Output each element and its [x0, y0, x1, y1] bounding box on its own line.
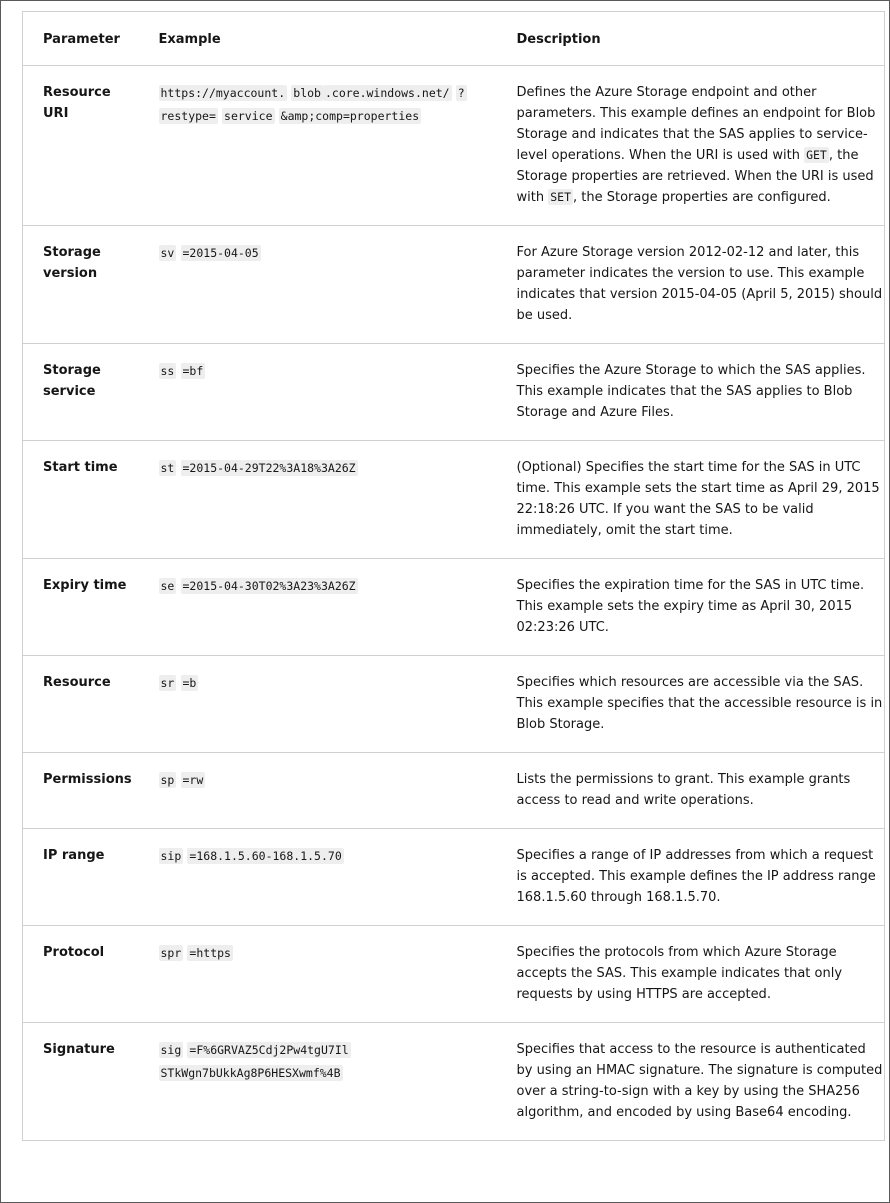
code-token: ?: [455, 85, 467, 101]
code-token: st: [158, 460, 177, 476]
table-row: Signature sig =F%6GRVAZ5Cdj2Pw4tgU7Il STk…: [22, 1022, 885, 1141]
param-name: Storage service: [22, 343, 141, 441]
sas-parameters-table: Parameter Example Description Resource U…: [22, 11, 885, 1141]
table-row: Start time st =2015-04-29T22%3A18%3A26Z …: [22, 440, 885, 559]
table-row: Storage service ss =bf Specifies the Azu…: [22, 343, 885, 441]
table-row: Resource URI https://myaccount. blob .cor…: [22, 65, 885, 226]
param-name: IP range: [22, 828, 141, 926]
code-token: =168.1.5.60-168.1.5.70: [187, 848, 344, 864]
example-value: ss =bf: [140, 343, 517, 441]
param-name: Resource: [22, 655, 141, 753]
code-token: &amp;comp=properties: [278, 108, 422, 124]
param-name: Storage version: [22, 225, 141, 344]
code-token: sp: [158, 772, 177, 788]
code-token: sip: [158, 848, 184, 864]
table-row: IP range sip =168.1.5.60-168.1.5.70 Spec…: [22, 828, 885, 926]
description: (Optional) Specifies the start time for …: [516, 440, 885, 559]
example-value: st =2015-04-29T22%3A18%3A26Z: [140, 440, 517, 559]
code-token: SET: [548, 189, 573, 205]
param-name: Start time: [22, 440, 141, 559]
header-example: Example: [140, 11, 517, 66]
description: Lists the permissions to grant. This exa…: [516, 752, 885, 829]
example-value: sv =2015-04-05: [140, 225, 517, 344]
header-description: Description: [516, 11, 885, 66]
example-value: sr =b: [140, 655, 517, 753]
table-row: Storage version sv =2015-04-05 For Azure…: [22, 225, 885, 344]
code-token: =2015-04-29T22%3A18%3A26Z: [180, 460, 358, 476]
code-token: sv: [158, 245, 177, 261]
example-value: https://myaccount. blob .core.windows.net…: [140, 65, 517, 226]
code-token: =b: [180, 675, 199, 691]
code-token: GET: [804, 147, 829, 163]
code-token: ss: [158, 363, 177, 379]
description: Specifies that access to the resource is…: [516, 1022, 885, 1141]
description: Specifies the expiration time for the SA…: [516, 558, 885, 656]
example-value: spr =https: [140, 925, 517, 1023]
code-token: STkWgn7bUkkAg8P6HESXwmf%4B: [158, 1065, 343, 1081]
table-row: Resource sr =b Specifies which resources…: [22, 655, 885, 753]
description: Defines the Azure Storage endpoint and o…: [516, 65, 885, 226]
code-token: =F%6GRVAZ5Cdj2Pw4tgU7Il: [187, 1042, 351, 1058]
param-name: Resource URI: [22, 65, 141, 226]
description-text: , the Storage properties are configured.: [573, 190, 831, 205]
description: For Azure Storage version 2012-02-12 and…: [516, 225, 885, 344]
description: Specifies a range of IP addresses from w…: [516, 828, 885, 926]
code-token: se: [158, 578, 177, 594]
example-value: se =2015-04-30T02%3A23%3A26Z: [140, 558, 517, 656]
code-token: =https: [187, 945, 233, 961]
description: Specifies the Azure Storage to which the…: [516, 343, 885, 441]
table-row: Permissions sp =rw Lists the permissions…: [22, 752, 885, 829]
code-token: =rw: [180, 772, 206, 788]
param-name: Protocol: [22, 925, 141, 1023]
example-value: sp =rw: [140, 752, 517, 829]
code-token: sr: [158, 675, 177, 691]
code-token: https://myaccount.: [158, 85, 288, 101]
description: Specifies the protocols from which Azure…: [516, 925, 885, 1023]
code-token: service: [222, 108, 275, 124]
table-header-row: Parameter Example Description: [22, 11, 885, 66]
param-name: Permissions: [22, 752, 141, 829]
header-parameter: Parameter: [22, 11, 141, 66]
table-row: Protocol spr =https Specifies the protoc…: [22, 925, 885, 1023]
code-token: restype=: [158, 108, 218, 124]
description: Specifies which resources are accessible…: [516, 655, 885, 753]
code-token: =2015-04-30T02%3A23%3A26Z: [180, 578, 358, 594]
code-token: sig: [158, 1042, 184, 1058]
code-token: .core.windows.net/: [322, 85, 452, 101]
example-value: sig =F%6GRVAZ5Cdj2Pw4tgU7Il STkWgn7bUkkAg…: [140, 1022, 517, 1141]
code-token: =bf: [180, 363, 206, 379]
document-frame: Parameter Example Description Resource U…: [0, 0, 890, 1203]
example-value: sip =168.1.5.60-168.1.5.70: [140, 828, 517, 926]
code-token: spr: [158, 945, 184, 961]
param-name: Signature: [22, 1022, 141, 1141]
code-token: blob: [291, 85, 323, 101]
param-name: Expiry time: [22, 558, 141, 656]
table-row: Expiry time se =2015-04-30T02%3A23%3A26Z…: [22, 558, 885, 656]
code-token: =2015-04-05: [180, 245, 261, 261]
